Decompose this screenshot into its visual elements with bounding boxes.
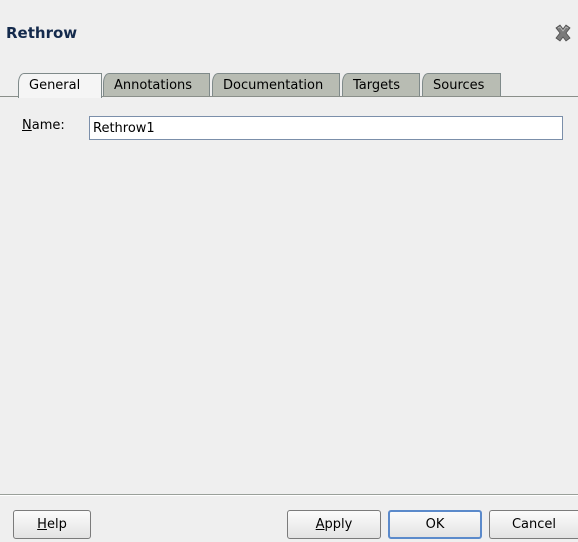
help-mnemonic: H [37,517,47,532]
apply-mnemonic: A [315,517,325,532]
name-label-text: ame: [31,118,65,133]
tab-label: Annotations [114,78,193,93]
name-label-mnemonic: N [22,118,32,133]
cancel-button[interactable]: Cancel [489,510,578,539]
tab-general[interactable]: General [18,73,102,98]
ok-label: OK [425,517,445,532]
name-label: Name: [22,118,65,133]
tab-annotations[interactable]: Annotations [103,73,210,96]
tab-label: Targets [353,78,400,93]
button-separator-highlight [0,495,578,496]
help-label: elp [46,517,67,532]
tab-documentation[interactable]: Documentation [212,73,340,96]
help-button[interactable]: Help [13,510,91,539]
apply-button[interactable]: Apply [287,510,381,539]
dialog-title: Rethrow [6,24,78,42]
tab-label: General [29,78,81,93]
tab-label: Documentation [223,78,324,93]
name-field[interactable] [89,116,563,140]
cancel-label: Cancel [511,517,557,532]
close-icon[interactable] [552,22,574,44]
tab-sources[interactable]: Sources [422,73,501,96]
apply-label: pply [324,517,353,532]
rethrow-dialog: Rethrow General Annotations Documentatio… [0,0,578,542]
ok-button[interactable]: OK [388,510,482,539]
tab-label: Sources [433,78,485,93]
tab-targets[interactable]: Targets [342,73,420,96]
tab-bar: General Annotations Documentation Target… [18,73,578,98]
